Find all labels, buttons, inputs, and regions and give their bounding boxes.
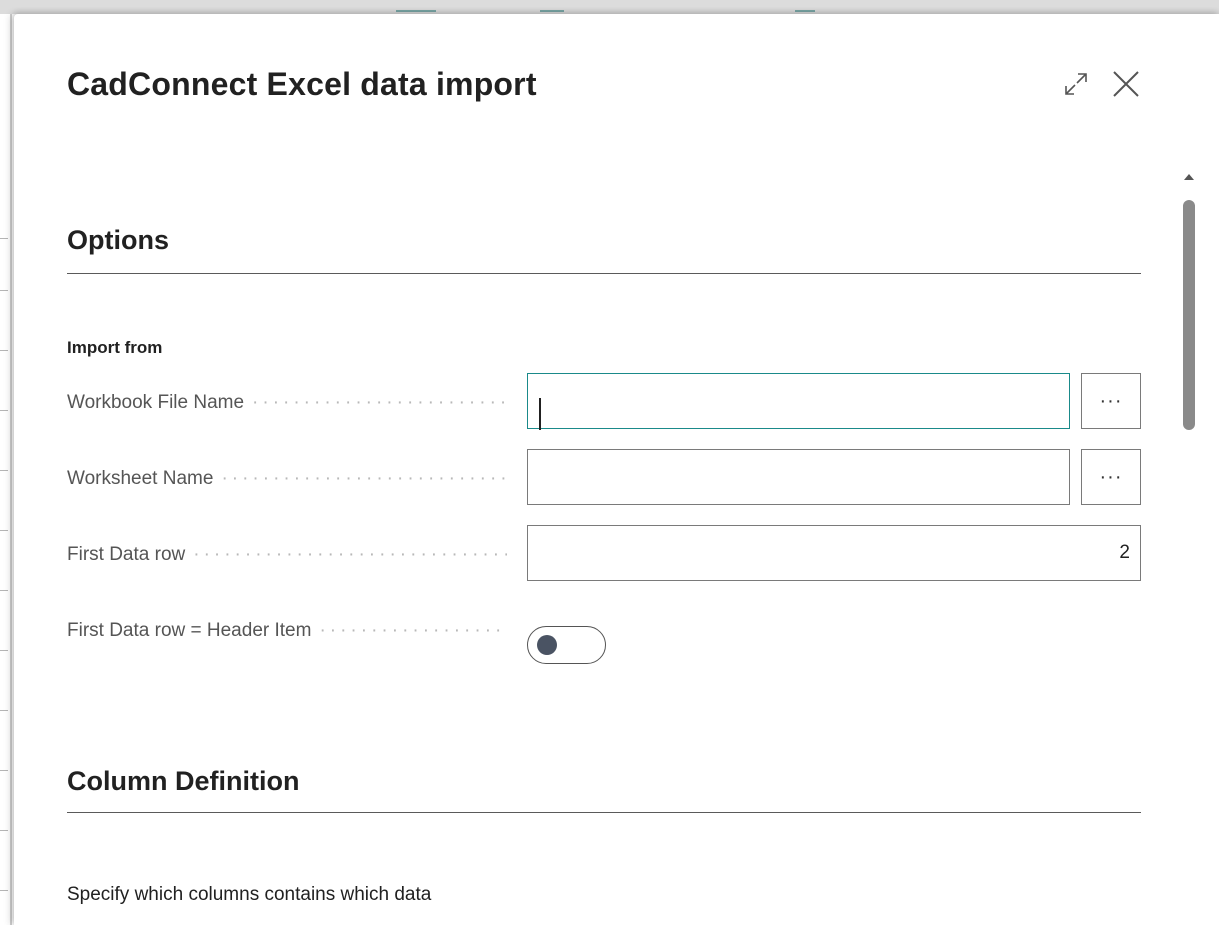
background-tick [0, 350, 8, 351]
background-tick [0, 710, 8, 711]
options-section-divider [67, 273, 1141, 274]
expand-button[interactable] [1060, 68, 1092, 100]
workbook-file-name-label: Workbook File Name ······················… [67, 392, 507, 416]
column-definition-section-title: Column Definition [67, 766, 300, 796]
background-tick [0, 238, 8, 239]
close-button[interactable] [1106, 64, 1146, 104]
background-tick [0, 590, 8, 591]
header-item-label: First Data row = Header Item ············… [67, 620, 507, 644]
background-toolbar [0, 0, 1219, 14]
background-toolbar-glyph [540, 0, 564, 12]
background-tick [0, 530, 8, 531]
header-item-label-text: First Data row = Header Item [67, 620, 312, 641]
label-leader-dots: ········································… [193, 544, 507, 565]
background-tick [0, 890, 8, 891]
worksheet-name-input[interactable] [527, 449, 1070, 505]
workbook-file-name-label-text: Workbook File Name [67, 392, 245, 413]
label-leader-dots: ········································… [252, 392, 507, 413]
options-section-title: Options [67, 225, 169, 255]
background-toolbar-glyph [396, 0, 436, 12]
background-tick [0, 470, 8, 471]
column-definition-description: Specify which columns contains which dat… [67, 884, 432, 905]
background-tick [0, 410, 8, 411]
import-dialog: CadConnect Excel data import Options Imp… [14, 14, 1219, 925]
background-tick [0, 650, 8, 651]
scrollbar-thumb[interactable] [1183, 200, 1195, 430]
column-definition-section-divider [67, 812, 1141, 813]
background-tick [0, 290, 8, 291]
label-leader-dots: ········································… [221, 468, 507, 489]
dialog-title: CadConnect Excel data import [67, 66, 537, 102]
worksheet-lookup-button[interactable]: ··· [1081, 449, 1141, 505]
text-caret [539, 398, 541, 430]
import-from-group-label: Import from [67, 338, 163, 357]
toggle-knob [537, 635, 557, 655]
scroll-up-arrow-icon [1184, 174, 1194, 180]
background-toolbar-glyph [795, 0, 815, 12]
background-tick [0, 830, 8, 831]
first-data-row-label: First Data row ··························… [67, 544, 507, 568]
label-leader-dots: ········································… [319, 620, 507, 641]
background-edge [10, 14, 12, 925]
workbook-file-name-input[interactable] [527, 373, 1070, 429]
worksheet-name-label: Worksheet Name ··························… [67, 468, 507, 492]
header-item-toggle[interactable] [527, 626, 606, 664]
first-data-row-input[interactable] [527, 525, 1141, 581]
first-data-row-label-text: First Data row [67, 544, 186, 565]
background-tick [0, 770, 8, 771]
workbook-file-lookup-button[interactable]: ··· [1081, 373, 1141, 429]
expand-icon [1065, 73, 1087, 95]
worksheet-name-label-text: Worksheet Name [67, 468, 214, 489]
close-icon [1113, 71, 1139, 97]
scroll-up-button[interactable] [1180, 168, 1198, 186]
